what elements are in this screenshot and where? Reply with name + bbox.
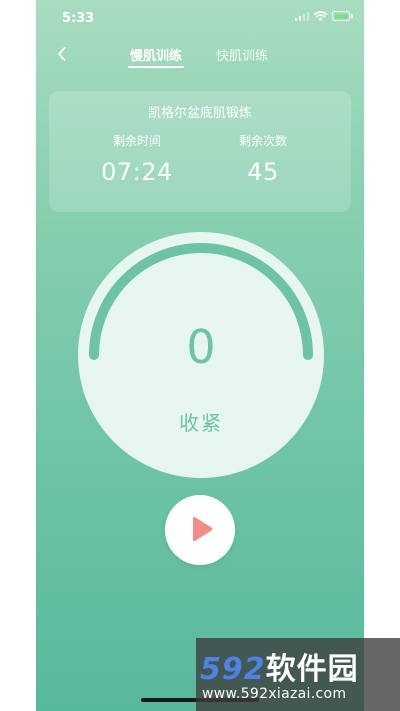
app-screen: 5:33 慢肌训练 快肌训练 凯格尔盆底肌锻炼 剩余时间 07:24 剩余次数 … — [36, 0, 364, 711]
signal-icon — [294, 11, 309, 21]
status-time: 5:33 — [62, 11, 95, 26]
watermark-logo: 592软件园 — [200, 644, 359, 688]
progress-dial: 0 收紧 — [78, 232, 324, 478]
remaining-count-value: 45 — [247, 158, 279, 186]
exercise-info-card: 凯格尔盆底肌锻炼 剩余时间 07:24 剩余次数 45 — [49, 91, 351, 212]
remaining-time-label: 剩余时间 — [112, 134, 161, 148]
active-tab-indicator — [128, 66, 185, 68]
play-icon — [193, 516, 213, 542]
watermark-logo-digits: 592 — [200, 652, 266, 687]
watermark-logo-text: 软件园 — [265, 652, 359, 687]
wifi-icon — [314, 11, 327, 21]
play-button[interactable] — [165, 495, 235, 565]
tab-label: 慢肌训练 — [130, 49, 183, 64]
watermark: 592软件园 www.592xiazai.com — [196, 638, 400, 711]
watermark-url: www.592xiazai.com — [202, 686, 347, 702]
remaining-time-value: 07:24 — [101, 158, 173, 186]
chevron-left-icon — [58, 47, 66, 61]
tab-slow-muscle-training[interactable]: 慢肌训练 — [128, 45, 185, 68]
status-bar: 5:33 — [36, 0, 364, 36]
nav-bar: 慢肌训练 快肌训练 — [36, 36, 364, 72]
back-button[interactable] — [48, 38, 76, 70]
phase-label: 收紧 — [179, 411, 223, 435]
battery-icon — [332, 11, 353, 21]
rep-count: 0 — [186, 320, 216, 374]
exercise-title: 凯格尔盆底肌锻炼 — [147, 106, 252, 121]
tab-label: 快肌训练 — [216, 49, 269, 64]
tab-fast-muscle-training[interactable]: 快肌训练 — [216, 45, 268, 64]
remaining-count-label: 剩余次数 — [238, 134, 287, 148]
status-icons — [294, 11, 353, 21]
